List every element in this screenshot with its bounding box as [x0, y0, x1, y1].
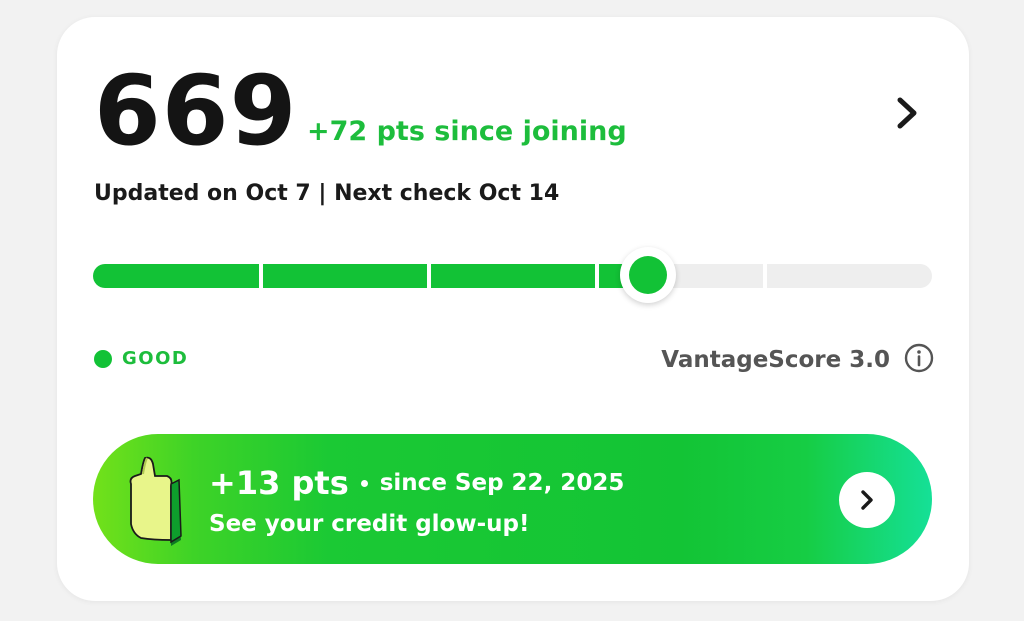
score-change-since-joining: +72 pts since joining — [307, 116, 627, 147]
score-meter — [93, 264, 932, 288]
meter-segment-5 — [767, 264, 932, 288]
banner-headline: +13 pts since Sep 22, 2025 — [209, 464, 624, 502]
score-model: VantageScore 3.0 — [661, 343, 934, 377]
rating-label: GOOD — [122, 348, 189, 369]
info-icon[interactable] — [904, 343, 934, 377]
meter-segment-3 — [431, 264, 595, 288]
meter-segment-1 — [93, 264, 259, 288]
thumbs-up-icon — [123, 454, 213, 546]
banner-cta-text: See your credit glow-up! — [209, 511, 530, 537]
score-rating: GOOD — [94, 348, 188, 369]
banner-since-date: since Sep 22, 2025 — [379, 470, 625, 496]
separator-dot — [360, 479, 368, 487]
banner-points: +13 pts — [209, 464, 349, 502]
credit-glow-up-banner[interactable]: +13 pts since Sep 22, 2025 See your cred… — [93, 434, 932, 564]
chevron-right-icon — [897, 97, 917, 129]
update-schedule: Updated on Oct 7 | Next check Oct 14 — [94, 181, 560, 206]
credit-score-value: 669 — [94, 55, 298, 167]
score-model-label: VantageScore 3.0 — [661, 347, 890, 373]
score-details-button[interactable] — [883, 89, 931, 137]
rating-dot — [94, 349, 112, 368]
credit-score-card: 669 +72 pts since joining Updated on Oct… — [57, 17, 969, 601]
meter-segment-2 — [263, 264, 427, 288]
score-meter-indicator — [620, 247, 676, 303]
chevron-right-icon — [861, 490, 873, 510]
banner-open-button[interactable] — [839, 472, 895, 528]
